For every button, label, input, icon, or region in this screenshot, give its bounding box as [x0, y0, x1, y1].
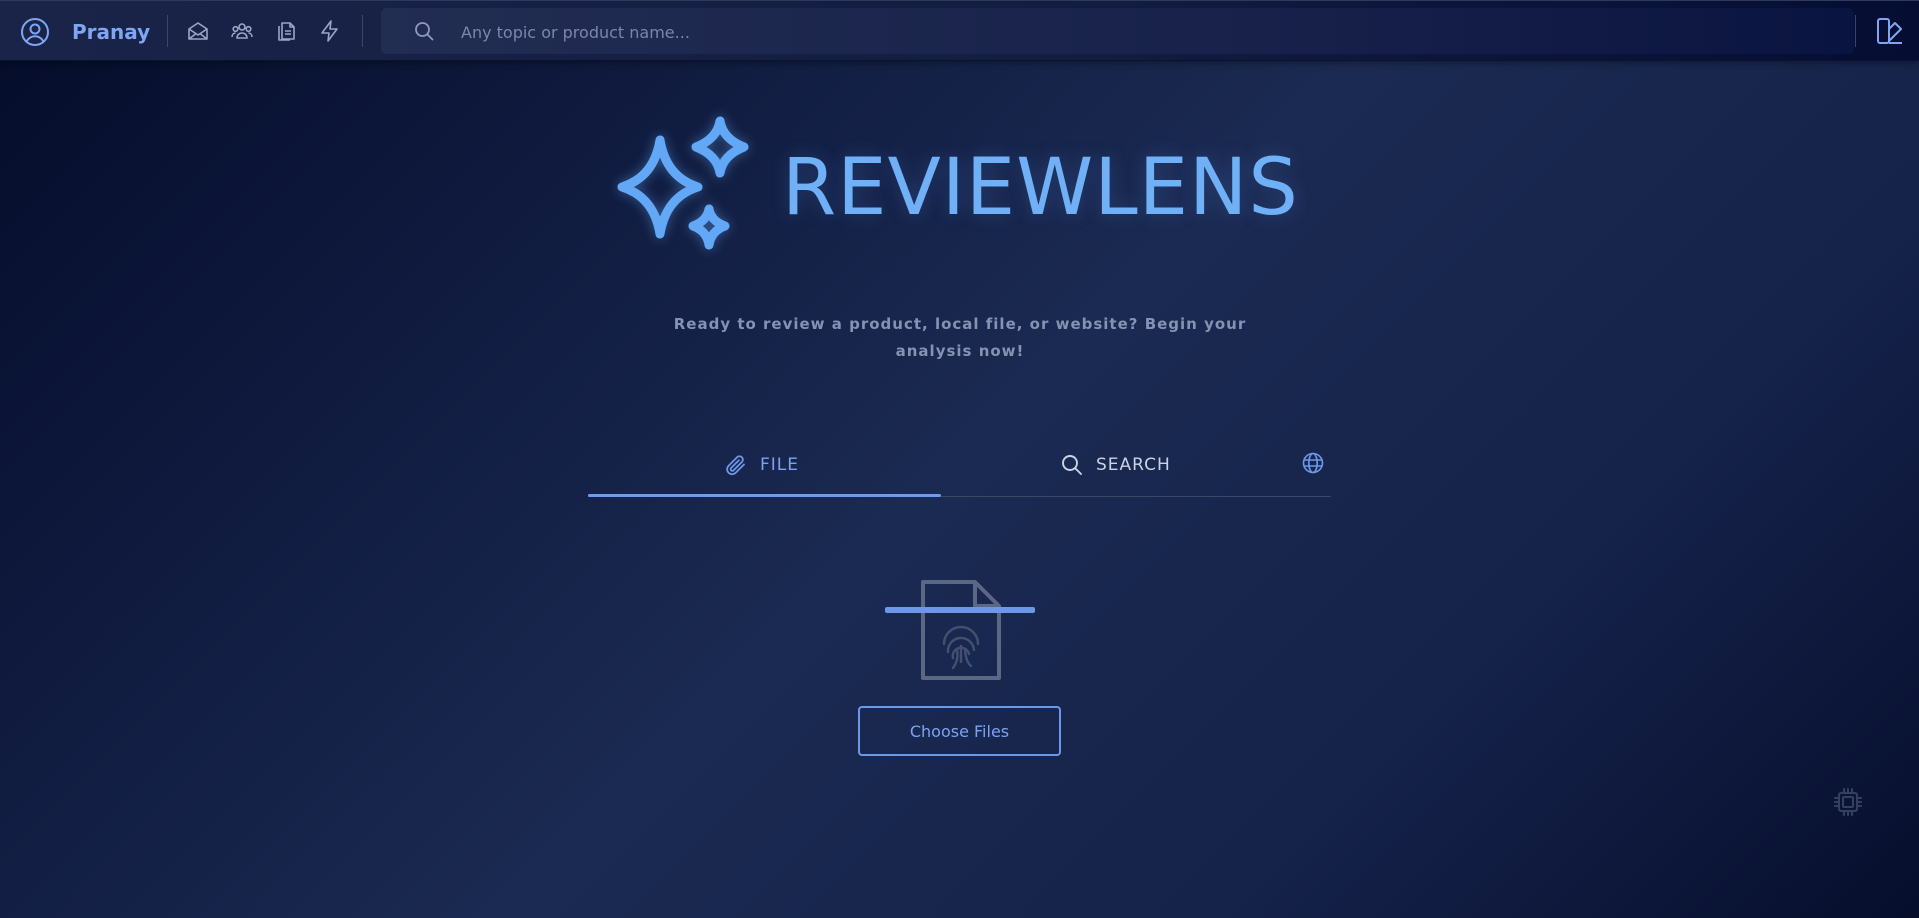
tab-file-label: FILE — [760, 455, 800, 475]
globe-icon[interactable] — [1300, 450, 1326, 476]
file-fingerprint-scan-icon — [883, 578, 1037, 682]
divider — [1855, 15, 1856, 47]
paperclip-icon — [724, 453, 748, 477]
search-input[interactable] — [459, 8, 1763, 56]
source-tabs: FILE SEARCH — [588, 437, 1331, 498]
cpu-chip-icon[interactable] — [1832, 786, 1864, 818]
user-avatar-icon[interactable] — [19, 16, 51, 48]
active-tab-indicator — [588, 494, 941, 497]
search-icon — [413, 20, 435, 42]
lightning-icon[interactable] — [317, 18, 343, 44]
sparkles-icon — [608, 115, 753, 260]
top-bar: Pranay — [0, 0, 1919, 61]
choose-files-button[interactable]: Choose Files — [858, 706, 1061, 756]
clipboard-copy-icon[interactable] — [273, 18, 299, 44]
search-icon — [1060, 453, 1084, 477]
tab-file[interactable]: FILE — [724, 437, 799, 493]
mail-open-icon[interactable] — [185, 18, 211, 44]
user-name[interactable]: Pranay — [72, 19, 150, 45]
tab-search-label: SEARCH — [1096, 455, 1171, 475]
global-search-bar[interactable] — [381, 8, 1854, 56]
app-logo-title: REVIEWLENS — [782, 143, 1299, 233]
divider — [167, 15, 168, 47]
users-icon[interactable] — [229, 18, 255, 44]
sidebar-layout-icon[interactable] — [1874, 15, 1906, 47]
tab-search[interactable]: SEARCH — [1060, 437, 1171, 493]
tagline: Ready to review a product, local file, o… — [673, 315, 1247, 360]
divider — [362, 15, 363, 47]
